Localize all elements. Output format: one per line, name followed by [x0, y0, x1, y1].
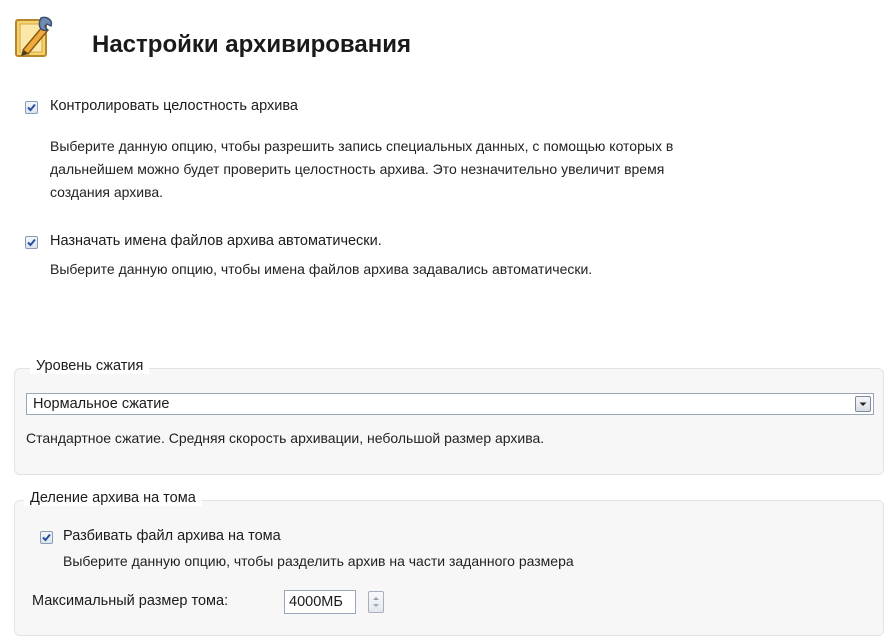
check-icon	[42, 533, 51, 542]
spin-arrows-icon	[373, 597, 379, 607]
autonames-checkbox[interactable]	[25, 236, 38, 249]
chevron-down-icon	[859, 402, 867, 406]
page-title: Настройки архивирования	[92, 31, 411, 58]
integrity-description: Выберите данную опцию, чтобы разрешить з…	[50, 135, 673, 204]
max-volume-size-input[interactable]: 4000МБ	[284, 590, 356, 614]
check-icon	[27, 238, 36, 247]
integrity-desc-line-2: дальнейшем можно будет проверить целостн…	[50, 161, 665, 177]
integrity-checkbox[interactable]	[25, 101, 38, 114]
settings-pencil-wrench-icon	[13, 14, 59, 60]
max-volume-size-value: 4000МБ	[289, 594, 343, 610]
dropdown-button[interactable]	[855, 396, 871, 412]
check-icon	[27, 103, 36, 112]
split-label[interactable]: Разбивать файл архива на тома	[63, 528, 281, 544]
split-group-title: Деление архива на тома	[24, 490, 202, 506]
compression-level-select[interactable]: Нормальное сжатие	[26, 393, 874, 415]
integrity-desc-line-1: Выберите данную опцию, чтобы разрешить з…	[50, 138, 674, 154]
autonames-description: Выберите данную опцию, чтобы имена файло…	[50, 261, 593, 277]
integrity-desc-line-3: создания архива.	[50, 184, 164, 200]
compression-group-title: Уровень сжатия	[30, 358, 150, 374]
max-volume-size-label: Максимальный размер тома:	[32, 593, 229, 609]
split-checkbox[interactable]	[40, 531, 53, 544]
split-description: Выберите данную опцию, чтобы разделить а…	[63, 553, 574, 569]
compression-description: Стандартное сжатие. Средняя скорость арх…	[26, 430, 545, 446]
autonames-label[interactable]: Назначать имена файлов архива автоматиче…	[50, 233, 382, 249]
volume-size-spinner[interactable]	[368, 591, 384, 613]
compression-group	[14, 368, 884, 475]
compression-selected-value: Нормальное сжатие	[33, 396, 170, 412]
integrity-label[interactable]: Контролировать целостность архива	[50, 98, 298, 114]
